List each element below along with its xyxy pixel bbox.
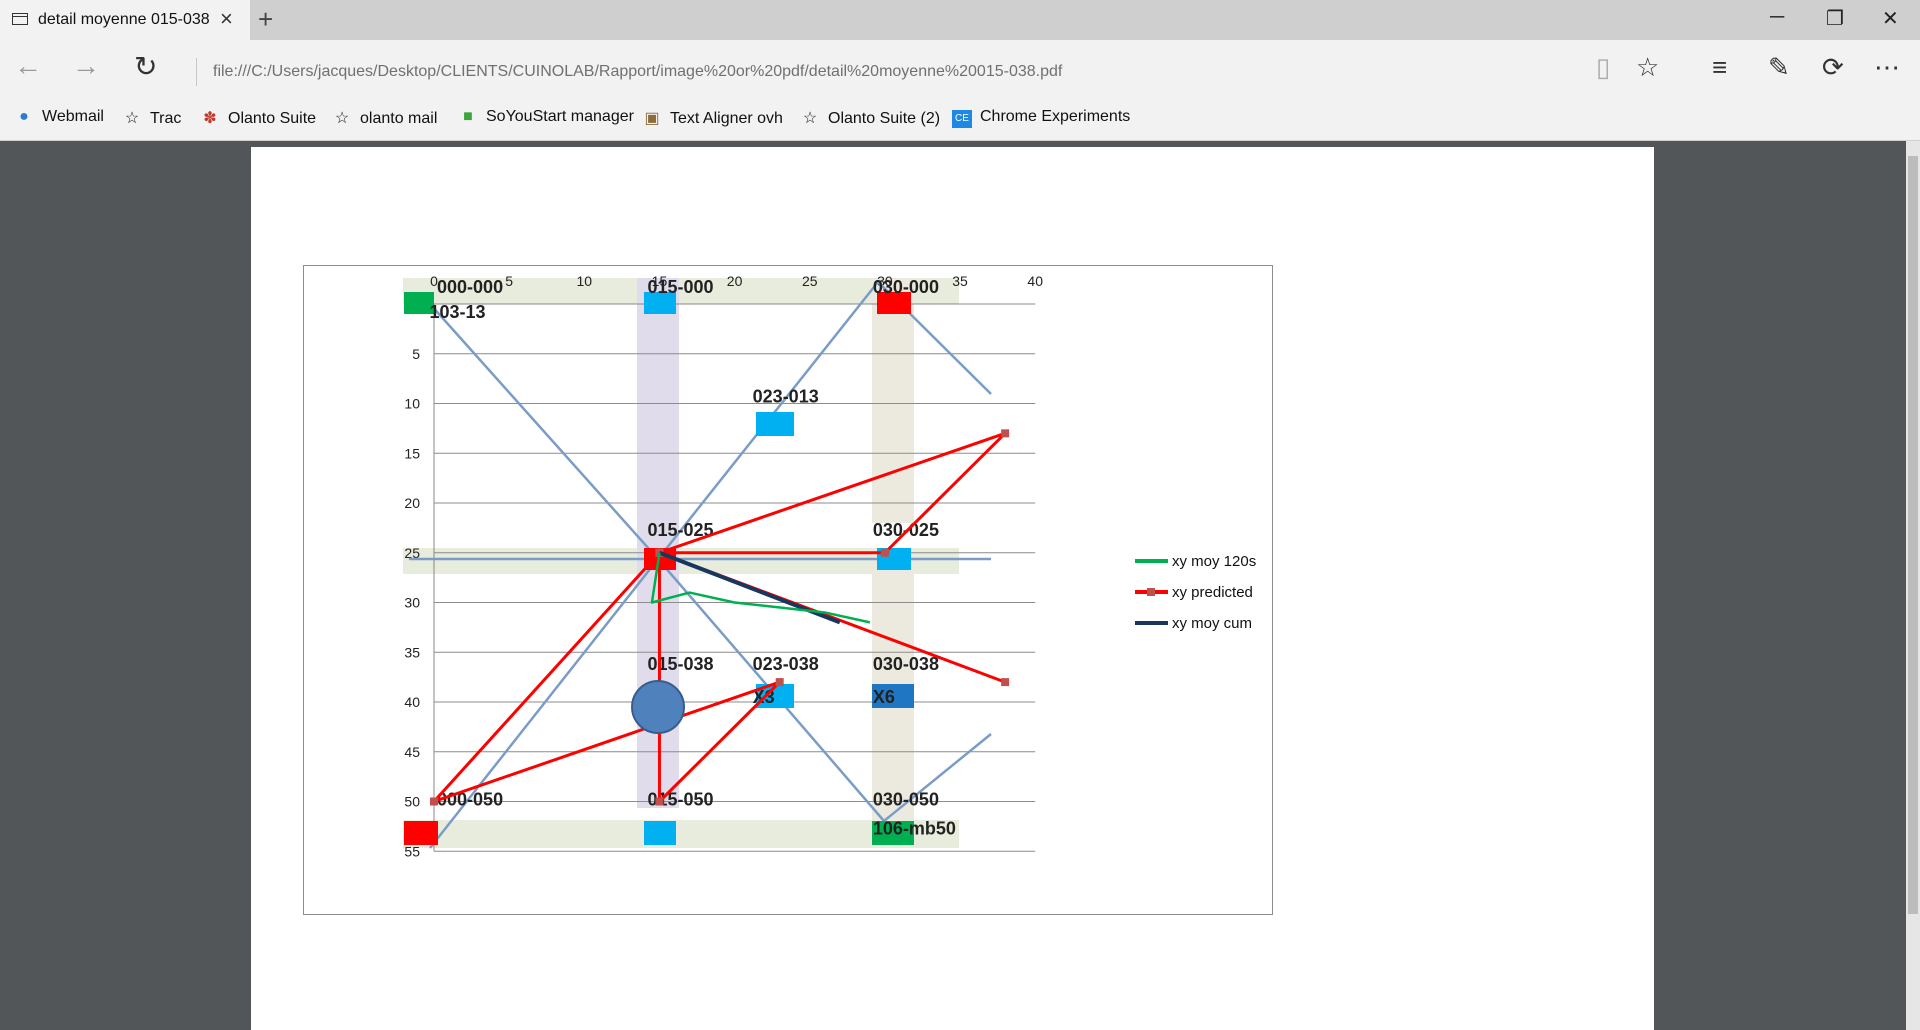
map-label: 106-mb50 — [873, 818, 956, 838]
legend-label: xy predicted — [1172, 584, 1253, 601]
map-label: 015-000 — [647, 277, 713, 297]
tab-title: detail moyenne 015-038 — [38, 11, 210, 28]
address-bar[interactable]: file:///C:/Users/jacques/Desktop/CLIENTS… — [196, 58, 1513, 86]
tab-active[interactable]: detail moyenne 015-038 × — [0, 0, 250, 40]
close-window-icon[interactable]: ✕ — [1882, 6, 1899, 31]
ap-marker — [644, 821, 676, 845]
series-point — [880, 548, 889, 557]
map-label: X6 — [873, 687, 895, 707]
fav-olanto-mail[interactable]: ☆ olanto mail — [332, 108, 438, 128]
legend-label: xy moy 120s — [1172, 553, 1256, 570]
map-label: 015-038 — [647, 654, 713, 674]
favorites-bar: ● Webmail ☆ Trac ✽ Olanto Suite ☆ olanto mai… — [0, 96, 1920, 141]
ap-marker — [756, 412, 794, 436]
fav-webmail[interactable]: ● Webmail — [14, 108, 104, 126]
map-label: 030-050 — [873, 790, 939, 810]
y-tick-label: 35 — [404, 644, 420, 660]
cube-icon: ■ — [463, 108, 473, 125]
series-point — [430, 797, 438, 806]
globe-icon: ● — [19, 108, 29, 125]
image-icon: ▣ — [644, 110, 660, 127]
star-icon: ☆ — [802, 110, 818, 127]
scrollbar-thumb[interactable] — [1908, 156, 1918, 914]
y-tick-label: 20 — [404, 495, 420, 511]
series-point — [775, 678, 784, 687]
legend-marker — [1147, 588, 1155, 596]
y-tick-label: 45 — [404, 744, 420, 760]
favorite-star-icon[interactable]: ☆ — [1636, 52, 1659, 83]
y-tick-label: 5 — [412, 346, 420, 362]
hub-icon[interactable]: ≡ — [1712, 52, 1727, 83]
series-point — [1001, 678, 1010, 687]
map-label: 000-000 — [437, 277, 503, 297]
y-tick-label: 50 — [404, 794, 420, 810]
more-icon[interactable]: ⋯ — [1874, 52, 1900, 83]
fav-text-aligner[interactable]: ▣ Text Aligner ovh — [642, 108, 783, 128]
map-label: 030-000 — [873, 277, 939, 297]
y-tick-label: 55 — [404, 843, 420, 859]
series-lines — [430, 429, 1010, 806]
page-icon — [12, 13, 28, 25]
fav-trac[interactable]: ☆ Trac — [122, 108, 182, 128]
refresh-icon[interactable]: ↻ — [134, 50, 157, 83]
navigation-bar: ← → ↻ file:///C:/Users/jacques/Desktop/C… — [0, 40, 1920, 96]
fav-olanto-suite-2[interactable]: ☆ Olanto Suite (2) — [800, 108, 940, 128]
close-tab-icon[interactable]: × — [220, 6, 233, 32]
map-label: 023-038 — [753, 654, 819, 674]
map-label: 023-013 — [753, 387, 819, 407]
ce-icon: CE — [952, 110, 972, 128]
minimize-icon[interactable]: ─ — [1770, 6, 1784, 29]
x-tick-label: 10 — [577, 273, 593, 289]
star-icon: ☆ — [334, 110, 350, 127]
x-tick-label: 40 — [1027, 273, 1043, 289]
map-label: 103-13 — [430, 302, 486, 322]
star-icon: ☆ — [124, 110, 140, 127]
tab-bar: detail moyenne 015-038 × + ─ ❐ ✕ — [0, 0, 1920, 40]
map-label: 030-038 — [873, 654, 939, 674]
new-tab-button[interactable]: + — [258, 4, 273, 35]
web-note-icon[interactable]: ✎ — [1768, 52, 1790, 83]
x-tick-label: 35 — [952, 273, 968, 289]
x-tick-label: 25 — [802, 273, 818, 289]
y-tick-label: 40 — [404, 694, 420, 710]
series-point — [1001, 429, 1010, 438]
series-point — [655, 797, 664, 806]
reading-view-icon[interactable]: ▯ — [1596, 52, 1610, 83]
legend: xy moy 120s xy predicted xy moy cum — [1135, 553, 1256, 632]
forward-icon[interactable]: → — [72, 50, 100, 82]
x-tick-label: 20 — [727, 273, 743, 289]
share-icon[interactable]: ⟳ — [1822, 52, 1844, 83]
y-tick-label: 15 — [404, 445, 420, 461]
series-line — [432, 431, 1007, 803]
chart-figure: 05101520253035404550550510152025303540 0… — [303, 265, 1273, 915]
legend-label: xy moy cum — [1172, 615, 1252, 632]
x-tick-label: 5 — [505, 273, 513, 289]
y-tick-label: 30 — [404, 595, 420, 611]
device-position-marker — [631, 680, 685, 734]
y-tick-label: 10 — [404, 396, 420, 412]
back-icon[interactable]: ← — [14, 50, 42, 82]
fav-soyoustart[interactable]: ■ SoYouStart manager — [458, 108, 634, 126]
fav-chrome-experiments[interactable]: CE Chrome Experiments — [952, 108, 1130, 128]
zone-corridor-30-upper — [872, 278, 914, 523]
restore-icon[interactable]: ❐ — [1826, 6, 1844, 31]
chart-svg: 05101520253035404550550510152025303540 0… — [403, 273, 1256, 859]
map-label: 000-050 — [437, 790, 503, 810]
paw-icon: ✽ — [203, 110, 217, 127]
fav-olanto-suite[interactable]: ✽ Olanto Suite — [200, 108, 316, 128]
ap-marker — [404, 821, 438, 845]
